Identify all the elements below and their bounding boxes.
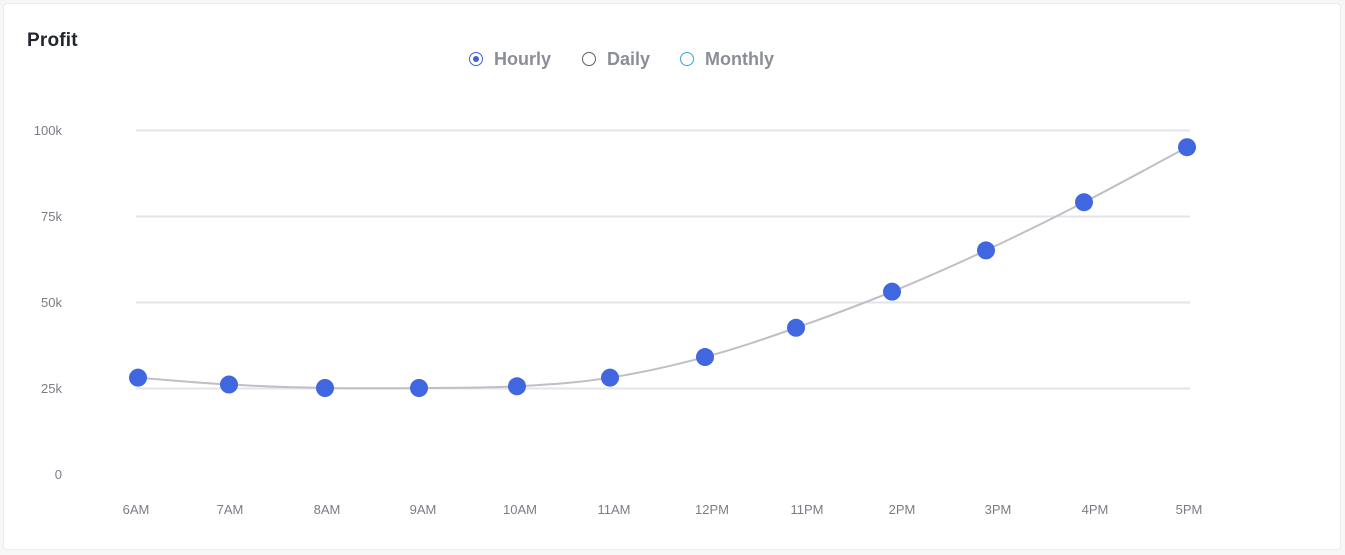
data-point-9AM <box>410 379 428 397</box>
x-tick-label: 12PM <box>695 502 729 517</box>
y-tick-label: 100k <box>34 123 63 138</box>
data-point-6AM <box>129 368 147 387</box>
data-point-3PM <box>977 241 995 260</box>
x-tick-label: 5PM <box>1176 502 1203 517</box>
data-point-8AM <box>316 379 334 397</box>
data-point-10AM <box>508 377 526 396</box>
y-tick-label: 50k <box>41 295 62 310</box>
data-point-11PM <box>787 318 805 337</box>
x-tick-label: 8AM <box>314 502 341 517</box>
x-tick-label: 3PM <box>985 502 1012 517</box>
profit-series-line <box>137 146 1188 390</box>
x-tick-label: 9AM <box>410 502 437 517</box>
profit-line-chart: 0 25k 50k 75k 100k 6AM 7AM 8AM 9AM 10AM 11AM 12PM 11… <box>34 123 1203 517</box>
x-tick-label: 2PM <box>889 502 916 517</box>
x-tick-label: 11PM <box>791 502 824 517</box>
data-point-12PM <box>696 348 714 367</box>
x-tick-label: 6AM <box>123 502 150 517</box>
x-tick-label: 7AM <box>217 502 244 517</box>
data-point-7AM <box>220 375 238 394</box>
x-tick-label: 4PM <box>1082 502 1109 517</box>
y-tick-label: 0 <box>55 467 62 482</box>
data-point-11AM <box>601 368 619 387</box>
y-tick-label: 25k <box>41 381 62 396</box>
x-tick-label: 10AM <box>503 502 537 517</box>
data-point-4PM <box>1075 193 1093 212</box>
y-tick-label: 75k <box>41 209 62 224</box>
data-point-2PM <box>883 282 901 301</box>
data-point-5PM <box>1178 138 1196 157</box>
x-tick-label: 11AM <box>598 502 631 517</box>
